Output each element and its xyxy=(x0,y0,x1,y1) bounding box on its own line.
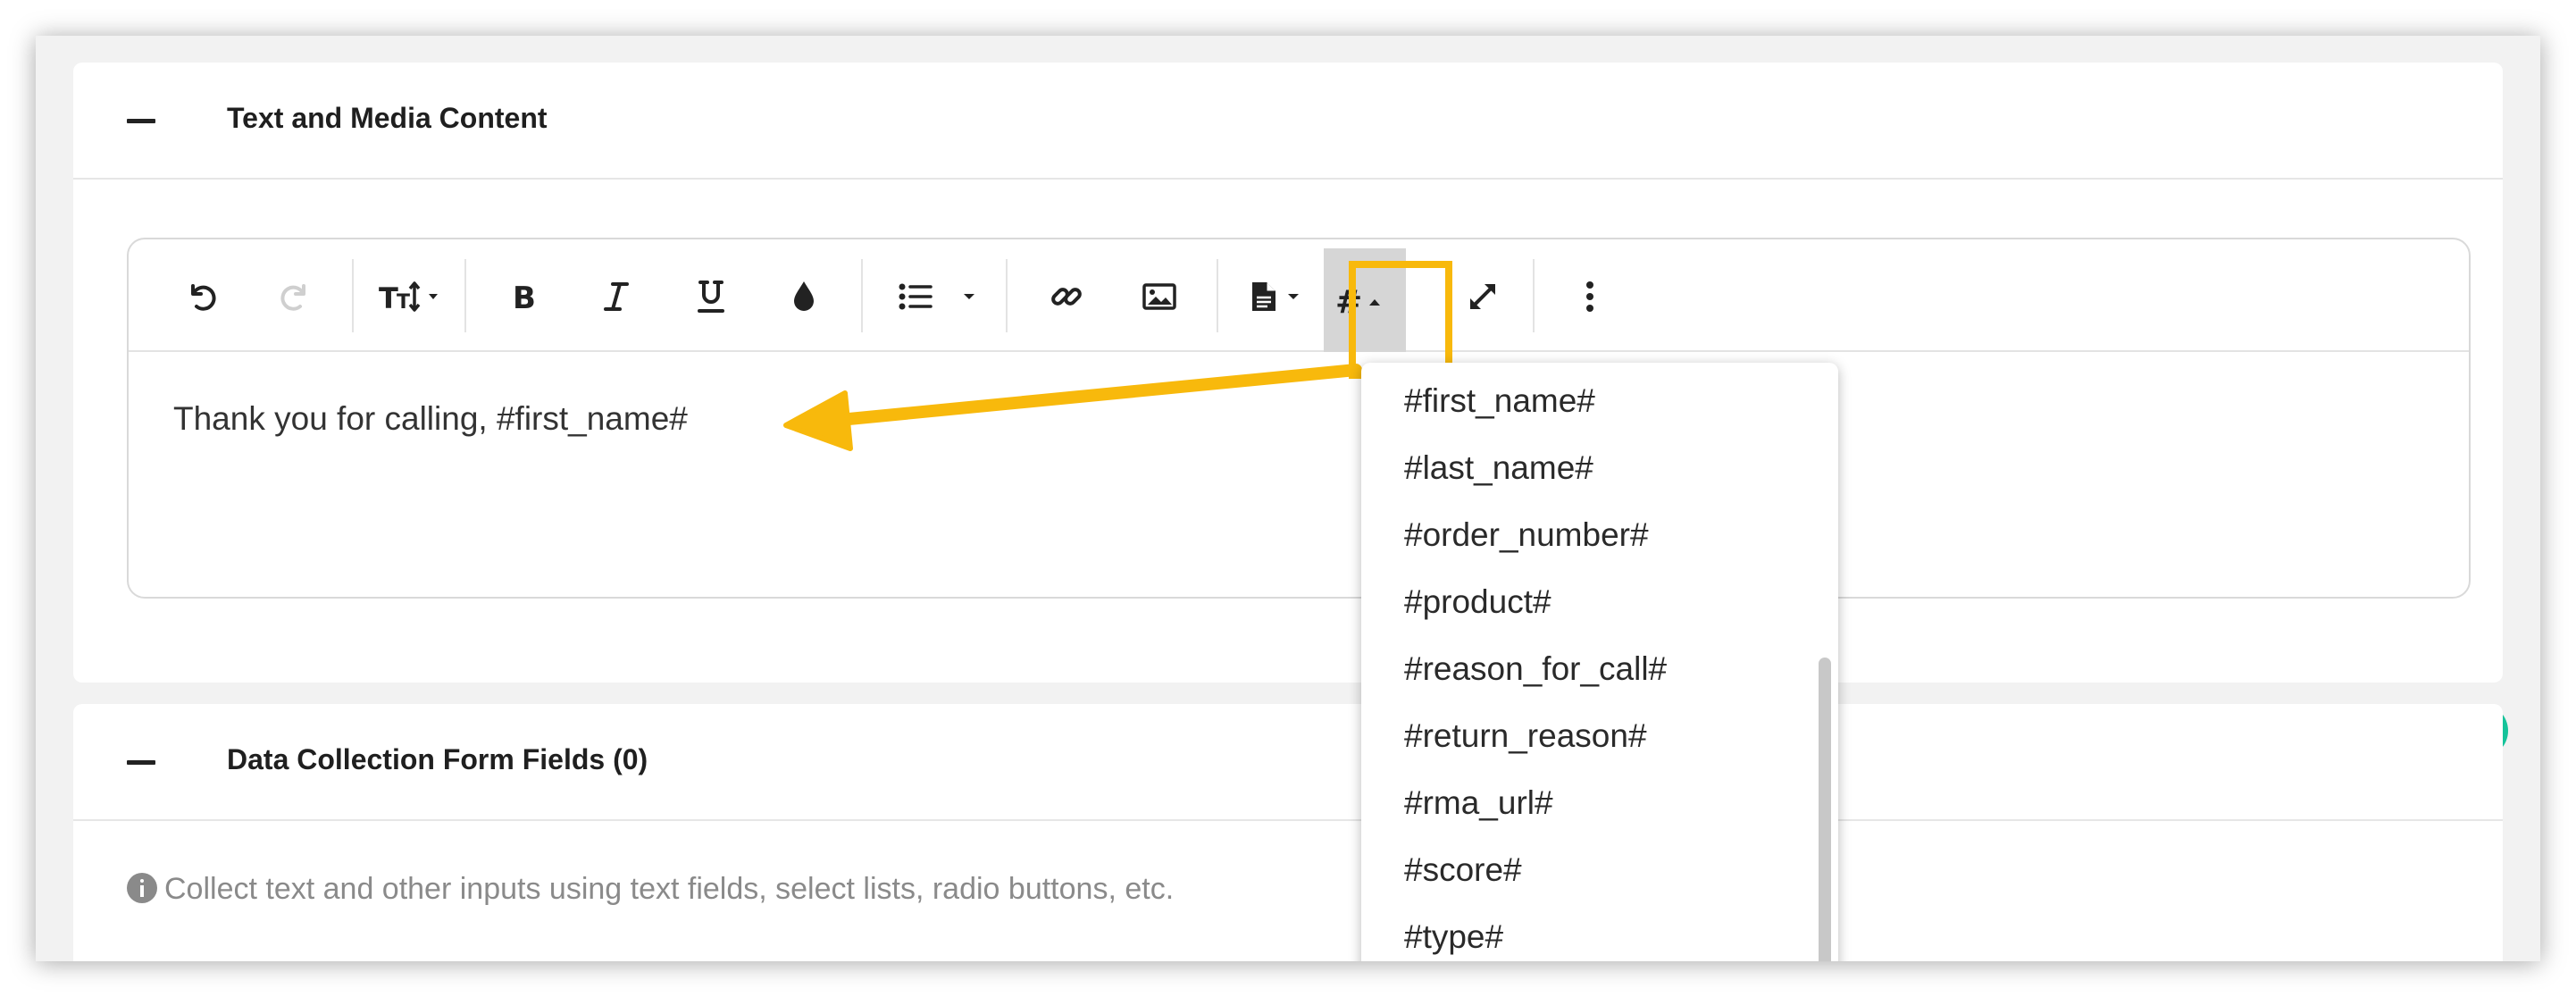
dropdown-item-product[interactable]: #product# xyxy=(1404,583,1551,621)
dropdown-item-score[interactable]: #score# xyxy=(1404,851,1522,889)
annotation-arrow xyxy=(783,364,1362,451)
dropdown-item-order-number[interactable]: #order_number# xyxy=(1404,516,1649,554)
merge-field-dropdown: #first_name# #last_name# #order_number# … xyxy=(1361,363,1838,961)
dropdown-item-reason-for-call[interactable]: #reason_for_call# xyxy=(1404,650,1667,688)
app-frame: Text and Media Content T T B # Thank you… xyxy=(36,36,2540,961)
dropdown-item-type[interactable]: #type# xyxy=(1404,918,1503,956)
dropdown-item-last-name[interactable]: #last_name# xyxy=(1404,449,1593,487)
dropdown-item-return-reason[interactable]: #return_reason# xyxy=(1404,717,1647,755)
dropdown-item-rma-url[interactable]: #rma_url# xyxy=(1404,784,1553,822)
dropdown-scrollbar[interactable] xyxy=(1819,658,1831,961)
dropdown-item-first-name[interactable]: #first_name# xyxy=(1404,382,1595,420)
